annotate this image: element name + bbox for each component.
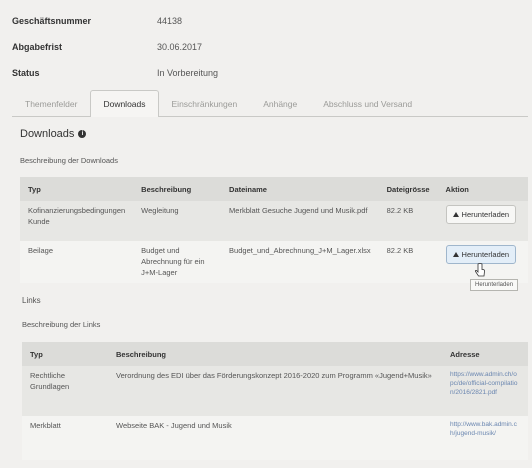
info-label: Status: [12, 68, 40, 78]
tab-anhaenge[interactable]: Anhänge: [250, 91, 310, 116]
download-label: Herunterladen: [461, 250, 510, 259]
cell-groesse: 82.2 KB: [378, 201, 438, 241]
link-address[interactable]: http://www.bak.admin.ch/jugend-musik/: [442, 416, 528, 460]
download-label: Herunterladen: [461, 210, 510, 219]
download-button[interactable]: Herunterladen: [445, 205, 517, 224]
table-row: Beilage Budget und Abrechnung für ein J+…: [20, 241, 528, 283]
page: Geschäftsnummer 44138 Abgabefrist 30.06.…: [0, 0, 532, 468]
links-table: Typ Beschreibung Adresse Rechtliche Grun…: [22, 342, 528, 460]
cell-typ: Merkblatt: [22, 416, 108, 460]
info-value: In Vorbereitung: [157, 68, 219, 78]
links-title: Links: [22, 296, 41, 305]
table-row: Kofinanzierungsbedingungen Kunde Wegleit…: [20, 201, 528, 241]
tab-downloads[interactable]: Downloads: [90, 90, 159, 117]
cell-beschreibung: Verordnung des EDI über das Förderungsko…: [108, 366, 442, 416]
cell-dateiname: Budget_und_Abrechnung_J+M_Lager.xlsx: [221, 241, 379, 283]
downloads-table: Typ Beschreibung Dateiname Dateigrösse A…: [20, 177, 528, 283]
cell-typ: Rechtliche Grundlagen: [22, 366, 108, 416]
tab-bar: Themenfelder Downloads Einschränkungen A…: [12, 88, 528, 117]
col-header: Typ: [22, 342, 108, 366]
info-panel: Geschäftsnummer 44138 Abgabefrist 30.06.…: [12, 8, 522, 86]
hand-cursor-icon: [474, 263, 485, 277]
info-value: 30.06.2017: [157, 42, 203, 52]
table-header: Typ Beschreibung Dateiname Dateigrösse A…: [20, 177, 528, 201]
info-label: Geschäftsnummer: [12, 16, 92, 26]
col-header: Typ: [20, 177, 134, 201]
info-icon[interactable]: i: [78, 130, 87, 138]
tab-abschluss[interactable]: Abschluss und Versand: [310, 91, 425, 116]
cell-typ: Kofinanzierungsbedingungen Kunde: [20, 201, 134, 241]
cell-beschreibung: Wegleitung: [133, 201, 222, 241]
info-row: Abgabefrist 30.06.2017: [12, 34, 522, 60]
cell-typ: Beilage: [20, 241, 134, 283]
downloads-subtitle: Beschreibung der Downloads: [20, 156, 118, 165]
info-row: Status In Vorbereitung: [12, 60, 522, 86]
info-row: Geschäftsnummer 44138: [12, 8, 522, 34]
cell-dateiname: Merkblatt Gesuche Jugend und Musik.pdf: [221, 201, 379, 241]
cell-groesse: 82.2 KB: [378, 241, 438, 283]
download-button[interactable]: Herunterladen: [445, 245, 517, 264]
upload-arrow-icon: [452, 212, 459, 217]
table-row: Rechtliche Grundlagen Verordnung des EDI…: [22, 366, 528, 416]
table-header: Typ Beschreibung Adresse: [22, 342, 528, 366]
upload-arrow-icon: [452, 252, 459, 257]
link-address[interactable]: https://www.admin.ch/opc/de/official-com…: [442, 366, 528, 416]
col-header: Aktion: [437, 177, 528, 201]
col-header: Beschreibung: [108, 342, 442, 366]
tab-themenfelder[interactable]: Themenfelder: [12, 91, 90, 116]
cell-beschreibung: Webseite BAK - Jugend und Musik: [108, 416, 442, 460]
downloads-heading: Downloads: [20, 128, 75, 140]
info-value: 44138: [157, 16, 183, 26]
col-header: Beschreibung: [133, 177, 222, 201]
col-header: Adresse: [442, 342, 528, 366]
col-header: Dateiname: [221, 177, 379, 201]
downloads-title: Downloads i: [20, 128, 87, 140]
tooltip: Herunterladen: [470, 279, 519, 291]
cell-aktion: Herunterladen: [437, 201, 528, 241]
tab-einschraenkungen[interactable]: Einschränkungen: [159, 91, 251, 116]
col-header: Dateigrösse: [378, 177, 438, 201]
info-label: Abgabefrist: [12, 42, 63, 52]
links-subtitle: Beschreibung der Links: [22, 320, 101, 329]
table-row: Merkblatt Webseite BAK - Jugend und Musi…: [22, 416, 528, 460]
cell-beschreibung: Budget und Abrechnung für ein J+M-Lager: [133, 241, 222, 283]
